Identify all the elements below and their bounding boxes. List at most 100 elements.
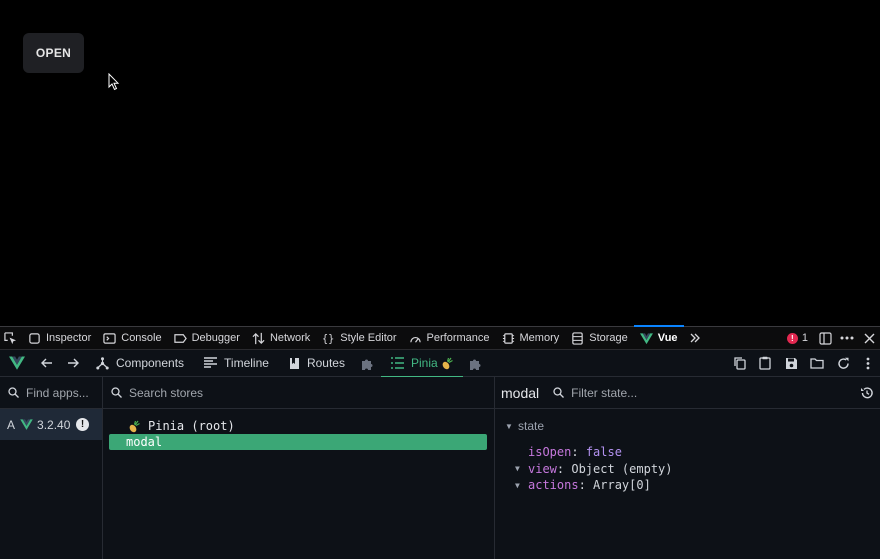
store-item-root[interactable]: Pinia (root) (109, 418, 487, 434)
app-list-item[interactable]: A 3.2.40 ! (0, 409, 102, 440)
tab-memory[interactable]: Memory (496, 327, 566, 349)
tab-vue[interactable]: Vue (633, 325, 684, 349)
more-options-button[interactable] (856, 350, 880, 377)
back-button[interactable] (34, 350, 60, 377)
tab-debugger[interactable]: Debugger (168, 327, 246, 349)
routes-plugin-indicator (355, 350, 381, 377)
tab-network-label: Network (269, 332, 311, 344)
forward-button[interactable] (60, 350, 86, 377)
paste-state-button[interactable] (752, 350, 778, 377)
state-row-view[interactable]: ▼ view: Object (empty) (495, 461, 880, 478)
tab-pinia-label: Pinia (410, 356, 438, 370)
error-count: 1 (801, 332, 808, 344)
state-key: actions (528, 478, 579, 493)
tab-console-label: Console (121, 332, 162, 344)
selected-store-title: modal (501, 384, 540, 401)
store-label: Pinia (root) (148, 419, 235, 433)
tab-pinia[interactable]: Pinia (380, 350, 463, 378)
copy-icon (733, 357, 746, 370)
pinia-plugin-indicator (463, 350, 489, 377)
tab-timeline[interactable]: Timeline (194, 350, 279, 377)
find-apps-input[interactable] (26, 385, 94, 400)
inspector-icon (29, 332, 40, 344)
dock-toggle-button[interactable] (814, 327, 836, 349)
refresh-button[interactable] (830, 350, 856, 377)
tab-performance[interactable]: Performance (403, 327, 496, 349)
vue-logo-button[interactable] (0, 350, 34, 377)
arrow-right-icon (68, 358, 79, 368)
caret-down-icon: ▼ (505, 421, 513, 431)
dock-side-icon (818, 331, 832, 345)
copy-state-button[interactable] (726, 350, 752, 377)
vertical-ellipsis-icon (866, 357, 870, 369)
vue-logo-icon (639, 332, 653, 344)
open-button[interactable]: OPEN (23, 33, 84, 73)
search-icon (111, 387, 122, 398)
tab-console[interactable]: Console (97, 327, 167, 349)
store-label: modal (126, 435, 163, 449)
tab-storage-label: Storage (589, 332, 628, 344)
tab-routes-label: Routes (306, 356, 345, 370)
ellipsis-icon (840, 336, 854, 340)
puzzle-icon (470, 359, 481, 370)
puzzle-icon (362, 359, 373, 370)
tab-vue-label: Vue (657, 332, 678, 344)
history-icon[interactable] (860, 386, 874, 400)
vue-devtools-header: Components Timeline Routes Pinia (0, 350, 880, 378)
mouse-cursor-icon (108, 73, 120, 91)
find-apps-search (0, 377, 102, 409)
picker-icon (4, 331, 17, 344)
tab-storage[interactable]: Storage (565, 327, 634, 349)
state-inspector-panel: modal ▼ state isOpen: false ▼view: Objec… (495, 377, 880, 559)
pineapple-icon (442, 357, 453, 369)
list-icon (390, 357, 404, 369)
close-devtools-button[interactable] (858, 327, 880, 349)
search-stores (103, 377, 494, 409)
page: OPEN Inspector Console Debugger Network … (0, 0, 880, 559)
import-state-button[interactable] (804, 350, 830, 377)
state-header: modal (495, 377, 880, 409)
options-menu-button[interactable] (836, 327, 858, 349)
state-row-actions[interactable]: ▼ actions: Array[0] (495, 477, 880, 494)
clipboard-icon (759, 356, 771, 370)
store-item-modal[interactable]: modal (109, 434, 487, 450)
filter-state-input[interactable] (571, 385, 812, 400)
tab-network[interactable]: Network (246, 327, 316, 349)
refresh-icon (837, 357, 849, 369)
tab-components-label: Components (116, 356, 185, 370)
element-picker-button[interactable] (0, 327, 22, 349)
timeline-icon (204, 357, 218, 368)
stores-panel: Pinia (root) modal (103, 377, 495, 559)
state-key: view (528, 461, 557, 476)
tab-memory-label: Memory (519, 332, 560, 344)
state-value: Object (empty) (571, 461, 673, 476)
tab-style-editor[interactable]: {} Style Editor (316, 327, 402, 349)
apps-panel: A 3.2.40 ! (0, 377, 103, 559)
tab-routes[interactable]: Routes (279, 350, 355, 377)
tab-inspector[interactable]: Inspector (22, 327, 97, 349)
state-value[interactable]: false (586, 445, 622, 459)
save-state-button[interactable] (778, 350, 804, 377)
tab-inspector-label: Inspector (46, 332, 92, 344)
network-icon (252, 332, 265, 344)
filter-state (553, 385, 860, 400)
svg-text:{}: {} (322, 334, 334, 345)
state-key: isOpen (528, 445, 572, 460)
console-icon (103, 332, 116, 344)
style-editor-icon: {} (322, 334, 334, 345)
close-icon (864, 333, 874, 343)
state-section-label: state (518, 419, 545, 433)
more-tabs-button[interactable] (684, 327, 706, 349)
tab-components[interactable]: Components (86, 350, 194, 377)
search-stores-input[interactable] (129, 385, 486, 400)
vue-logo-icon (20, 419, 33, 430)
error-count-badge[interactable]: ! 1 (781, 332, 814, 344)
state-row-isopen[interactable]: isOpen: false (495, 444, 880, 461)
vue-logo-icon (9, 356, 25, 370)
state-section-header[interactable]: ▼ state (495, 418, 880, 434)
memory-icon (502, 332, 514, 344)
tab-style-editor-label: Style Editor (340, 332, 397, 344)
warning-icon[interactable]: ! (76, 418, 89, 431)
caret-down-icon: ▼ (515, 464, 520, 474)
pineapple-icon (129, 420, 140, 432)
